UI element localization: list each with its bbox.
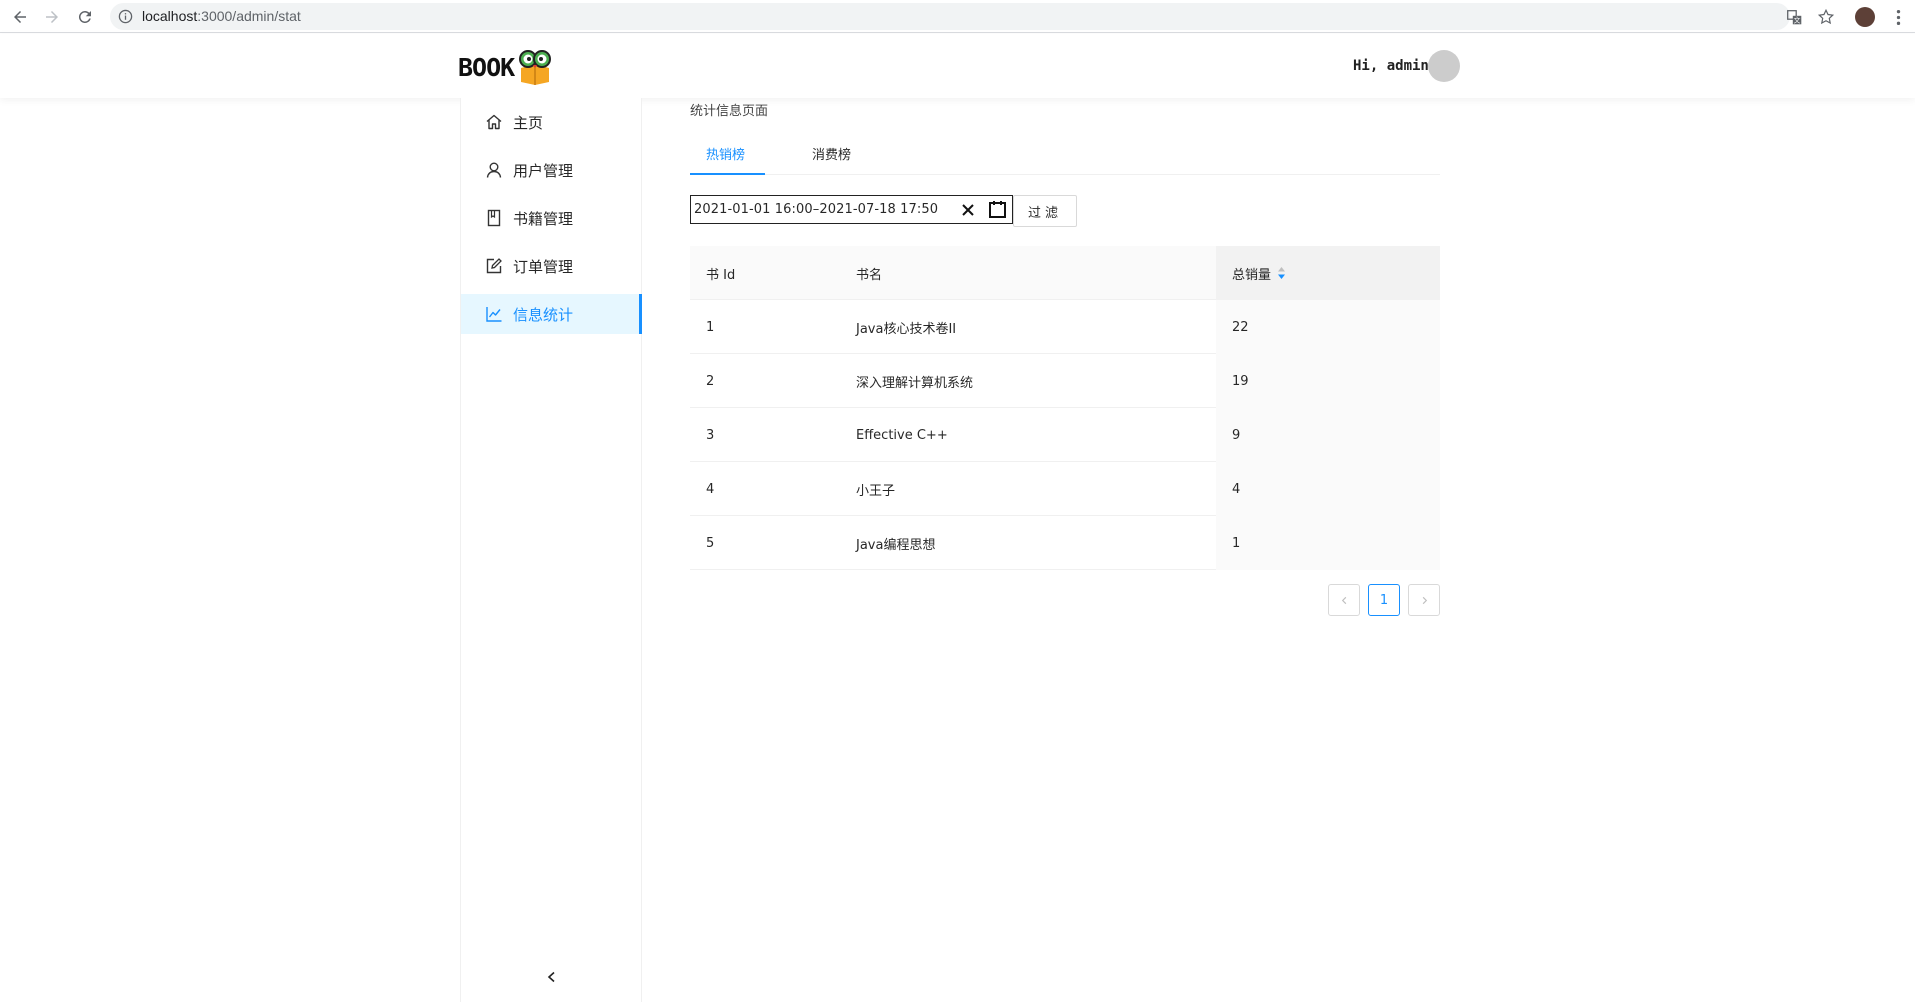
range-start: 2021-01-01 16:00: [694, 202, 813, 217]
sidebar-item-statistics[interactable]: 信息统计: [461, 294, 642, 334]
cell-book-id: 1: [706, 319, 715, 335]
page-number-button[interactable]: 1: [1368, 584, 1400, 616]
sort-icon[interactable]: [1277, 266, 1286, 280]
more-vertical-icon: [1896, 9, 1900, 25]
home-icon: [485, 113, 503, 131]
reload-icon: [78, 10, 91, 23]
cell-total-sales: 1: [1216, 516, 1440, 570]
cell-total-sales: 9: [1216, 408, 1440, 462]
sidebar-item-label: 信息统计: [513, 305, 574, 324]
cell-book-id: 2: [706, 373, 715, 389]
sidebar-item-label: 书籍管理: [513, 209, 574, 228]
chevron-right-icon: [1422, 596, 1427, 604]
column-header-label: 总销量: [1232, 267, 1272, 283]
cell-book-name: Java编程思想: [856, 537, 936, 553]
calendar-icon[interactable]: [988, 200, 1007, 219]
prev-page-button[interactable]: [1328, 584, 1360, 616]
cell-book-name: Java核心技术卷II: [856, 321, 957, 337]
browser-menu-button[interactable]: [1886, 5, 1910, 29]
back-button[interactable]: [8, 5, 32, 29]
user-greeting: Hi, admin: [1353, 58, 1429, 74]
table-row: 3 Effective C++ 9: [690, 408, 1440, 462]
chevron-left-icon: [547, 971, 555, 983]
cell-book-name: Effective C++: [856, 427, 948, 443]
arrow-right-icon: [46, 11, 58, 23]
pagination: 1: [1320, 584, 1440, 616]
profile-button[interactable]: [1853, 5, 1877, 29]
address-bar[interactable]: localhost:3000/admin/stat: [110, 3, 1790, 30]
sidebar-item-users[interactable]: 用户管理: [461, 150, 642, 190]
cell-book-id: 3: [706, 427, 715, 443]
sidebar-item-books[interactable]: 书籍管理: [461, 198, 642, 238]
app-header: BOOK Hi, admin: [0, 34, 1915, 98]
tab-top-spenders[interactable]: 消费榜: [812, 144, 851, 163]
cell-total-sales: 22: [1216, 300, 1440, 354]
filter-button[interactable]: 过滤: [1013, 195, 1077, 227]
edit-icon: [485, 257, 503, 275]
table-row: 5 Java编程思想 1: [690, 516, 1440, 570]
sidebar-item-orders[interactable]: 订单管理: [461, 246, 642, 286]
page-title: 统计信息页面: [690, 104, 769, 119]
arrow-left-icon: [14, 11, 26, 23]
user-icon: [485, 161, 503, 179]
profile-avatar-icon: [1855, 7, 1875, 27]
table-header: 书 Id 书名 总销量: [690, 246, 1440, 300]
url-text: localhost:3000/admin/stat: [142, 8, 301, 24]
bookmark-button[interactable]: [1814, 5, 1838, 29]
range-end: 2021-07-18 17:50: [819, 202, 939, 217]
translate-icon: 文: [1786, 9, 1801, 24]
tab-bar: 热销榜 消费榜: [690, 140, 1440, 175]
sidebar-item-label: 主页: [513, 113, 544, 132]
sidebar-item-label: 订单管理: [513, 257, 574, 276]
sidebar-item-label: 用户管理: [513, 161, 574, 180]
line-chart-icon: [485, 305, 503, 323]
cell-total-sales: 19: [1216, 354, 1440, 408]
table-row: 1 Java核心技术卷II 22: [690, 300, 1440, 354]
cell-book-id: 4: [706, 481, 715, 497]
cell-total-sales: 4: [1216, 462, 1440, 516]
sidebar-menu: 主页 用户管理 书籍管理 订单管理 信息统计: [460, 98, 642, 1002]
tab-best-sellers[interactable]: 热销榜: [706, 144, 745, 163]
tab-active-indicator: [690, 173, 765, 175]
svg-text:文: 文: [1793, 15, 1800, 24]
date-range-picker[interactable]: 2021-01-01 16:00–2021-07-18 17:50: [690, 195, 1013, 224]
logo-text: BOOK: [458, 52, 515, 82]
star-icon: [1817, 8, 1835, 25]
info-icon: [118, 9, 133, 24]
cell-book-id: 5: [706, 535, 715, 551]
owl-mascot-icon: [519, 50, 552, 85]
book-icon: [485, 209, 503, 227]
next-page-button[interactable]: [1408, 584, 1440, 616]
chevron-left-icon: [1341, 596, 1346, 604]
clear-icon[interactable]: [959, 201, 977, 219]
sales-table: 书 Id 书名 总销量 1 Java核心技术卷II 22 2 深入理解计算机系统…: [690, 246, 1440, 570]
reload-button[interactable]: [73, 5, 97, 29]
column-header-total-sales[interactable]: 总销量: [1216, 246, 1440, 300]
cell-book-name: 小王子: [856, 483, 896, 499]
cell-book-name: 深入理解计算机系统: [856, 375, 974, 391]
table-row: 2 深入理解计算机系统 19: [690, 354, 1440, 408]
logo[interactable]: BOOK: [458, 48, 555, 86]
translate-button[interactable]: 文: [1782, 5, 1806, 29]
table-row: 4 小王子 4: [690, 462, 1440, 516]
column-header-book-name: 书名: [856, 267, 883, 283]
sidebar-collapse-button[interactable]: [541, 966, 563, 988]
sidebar-item-home[interactable]: 主页: [461, 102, 642, 142]
avatar[interactable]: [1428, 50, 1460, 82]
date-range-text: 2021-01-01 16:00–2021-07-18 17:50: [694, 202, 938, 217]
browser-toolbar: localhost:3000/admin/stat 文: [0, 0, 1915, 33]
column-header-book-id: 书 Id: [706, 267, 736, 283]
forward-button[interactable]: [40, 5, 64, 29]
